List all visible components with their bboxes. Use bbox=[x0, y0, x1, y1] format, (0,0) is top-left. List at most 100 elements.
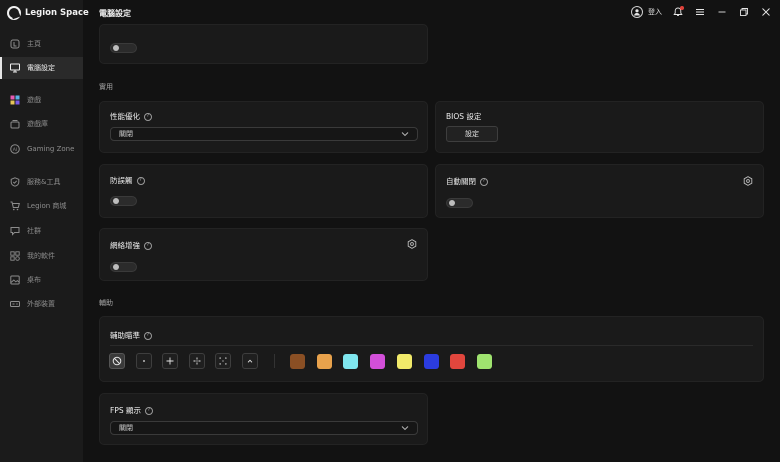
chevron-down-icon bbox=[401, 132, 409, 137]
sidebar-item-label: 服務&工具 bbox=[27, 178, 61, 186]
card-title: BIOS 設定 bbox=[446, 112, 482, 121]
sidebar-item-gaming-zone[interactable]: AI Gaming Zone bbox=[0, 138, 83, 160]
monitor-icon bbox=[10, 63, 20, 73]
menu-button[interactable] bbox=[694, 6, 706, 18]
sidebar: Legion Space 主頁 電腦設定 遊戲 遊戲庫 AI Gaming Zo… bbox=[0, 0, 89, 462]
card-title: 自動關閉 ? bbox=[446, 176, 488, 187]
card-crosshair: 輔助瞄準 ? bbox=[99, 316, 764, 382]
fps-value: 關閉 bbox=[119, 424, 133, 432]
fps-select[interactable]: 關閉 bbox=[110, 421, 418, 435]
color-swatch[interactable] bbox=[396, 354, 412, 369]
card-title: 輔助瞄準 ? bbox=[110, 330, 152, 341]
svg-text:AI: AI bbox=[13, 147, 17, 153]
library-icon bbox=[10, 119, 20, 129]
performance-title: 性能優化 bbox=[110, 112, 140, 121]
sidebar-item-services[interactable]: 服務&工具 bbox=[0, 171, 83, 193]
wallpaper-icon bbox=[10, 275, 20, 285]
ai-icon: AI bbox=[10, 144, 20, 154]
crosshair-none-button[interactable] bbox=[109, 353, 125, 369]
user-icon bbox=[631, 6, 643, 18]
card-anti-touch: 防誤觸 ? bbox=[99, 164, 428, 218]
login-button[interactable]: 登入 bbox=[631, 6, 662, 18]
color-swatch[interactable] bbox=[423, 354, 439, 369]
color-swatch[interactable] bbox=[343, 354, 359, 369]
card-title: 網絡增強 ? bbox=[110, 240, 152, 251]
notification-button[interactable] bbox=[672, 6, 684, 18]
sidebar-item-store[interactable]: Legion 商城 bbox=[0, 195, 83, 217]
restore-icon bbox=[740, 8, 748, 16]
crosshair-title: 輔助瞄準 bbox=[110, 331, 140, 340]
card-title: 防誤觸 ? bbox=[110, 175, 145, 186]
dot-crosshair-icon bbox=[143, 360, 145, 362]
menu-icon bbox=[696, 9, 704, 15]
games-icon bbox=[10, 95, 20, 105]
minimize-icon bbox=[718, 11, 726, 13]
divider bbox=[110, 345, 753, 346]
toggle-switch[interactable] bbox=[110, 43, 137, 53]
corner-crosshair-icon bbox=[219, 357, 227, 365]
sidebar-item-home[interactable]: 主頁 bbox=[0, 33, 83, 55]
gap-crosshair-icon bbox=[193, 357, 201, 365]
anti-touch-title: 防誤觸 bbox=[110, 176, 133, 185]
card-bios: BIOS 設定 設定 bbox=[435, 101, 764, 153]
gear-icon bbox=[407, 239, 417, 249]
performance-value: 關閉 bbox=[119, 130, 133, 138]
sidebar-item-pc-settings[interactable]: 電腦設定 bbox=[0, 57, 83, 79]
notification-badge bbox=[680, 6, 684, 10]
crosshair-gap-plus-button[interactable] bbox=[189, 353, 205, 369]
auto-close-title: 自動關閉 bbox=[446, 177, 476, 186]
performance-select[interactable]: 關閉 bbox=[110, 127, 418, 141]
card-fps: FPS 顯示 ? 關閉 bbox=[99, 393, 428, 445]
section-practical: 實用 bbox=[99, 83, 113, 91]
crosshair-chevron-button[interactable] bbox=[242, 353, 258, 369]
help-icon[interactable]: ? bbox=[144, 241, 152, 250]
network-toggle[interactable] bbox=[110, 262, 137, 272]
sidebar-item-label: Legion 商城 bbox=[27, 202, 67, 210]
minimize-button[interactable] bbox=[716, 6, 728, 18]
color-swatch[interactable] bbox=[290, 354, 305, 369]
sidebar-item-games[interactable]: 遊戲 bbox=[0, 89, 83, 111]
sidebar-item-wallpaper[interactable]: 桌布 bbox=[0, 269, 83, 291]
section-assist: 輔助 bbox=[99, 299, 113, 307]
crosshair-corners-button[interactable] bbox=[215, 353, 231, 369]
chevron-down-icon bbox=[401, 426, 409, 431]
cart-icon bbox=[10, 201, 20, 211]
color-swatch[interactable] bbox=[450, 354, 466, 369]
help-icon[interactable]: ? bbox=[144, 406, 153, 415]
close-button[interactable] bbox=[760, 6, 772, 18]
sidebar-item-external-devices[interactable]: 外部裝置 bbox=[0, 293, 83, 315]
auto-close-toggle[interactable] bbox=[446, 198, 473, 208]
color-swatch[interactable] bbox=[316, 354, 332, 369]
network-title: 網絡增強 bbox=[110, 241, 140, 250]
plus-crosshair-icon bbox=[166, 357, 174, 365]
crosshair-dot-button[interactable] bbox=[136, 353, 152, 369]
auto-close-settings-button[interactable] bbox=[743, 176, 753, 186]
sidebar-item-label: 主頁 bbox=[27, 40, 41, 48]
sidebar-item-community[interactable]: 社群 bbox=[0, 220, 83, 242]
sidebar-item-label: 社群 bbox=[27, 227, 41, 235]
app-logo: Legion Space bbox=[7, 6, 89, 20]
apps-icon bbox=[10, 251, 20, 261]
network-settings-button[interactable] bbox=[407, 239, 417, 249]
help-icon[interactable]: ? bbox=[480, 177, 488, 186]
anti-touch-toggle[interactable] bbox=[110, 196, 137, 206]
sidebar-item-library[interactable]: 遊戲庫 bbox=[0, 113, 83, 135]
prohibited-icon bbox=[112, 356, 122, 366]
sidebar-item-my-software[interactable]: 我的軟件 bbox=[0, 245, 83, 267]
device-icon bbox=[10, 299, 20, 309]
color-swatch[interactable] bbox=[476, 354, 492, 369]
help-icon[interactable]: ? bbox=[144, 112, 152, 121]
app-name: Legion Space bbox=[25, 8, 89, 18]
help-icon[interactable]: ? bbox=[144, 331, 152, 340]
bios-settings-button[interactable]: 設定 bbox=[446, 126, 498, 142]
window-controls: 登入 bbox=[631, 4, 772, 20]
toolbar-separator bbox=[274, 354, 275, 368]
restore-button[interactable] bbox=[738, 6, 750, 18]
community-icon bbox=[10, 226, 20, 236]
crosshair-plus-button[interactable] bbox=[162, 353, 178, 369]
close-icon bbox=[762, 8, 770, 16]
color-swatch[interactable] bbox=[370, 354, 386, 369]
help-icon[interactable]: ? bbox=[136, 176, 145, 185]
shield-icon bbox=[10, 177, 20, 187]
sidebar-item-label: 外部裝置 bbox=[27, 300, 55, 308]
